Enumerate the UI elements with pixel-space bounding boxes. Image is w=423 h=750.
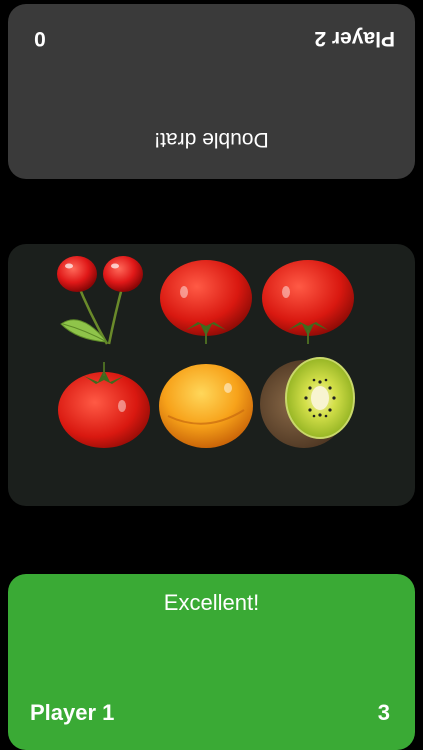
player2-message: Double drat! bbox=[154, 128, 269, 151]
tomato-card[interactable] bbox=[54, 354, 154, 454]
kiwi-icon bbox=[260, 357, 355, 448]
cherries-card[interactable] bbox=[55, 252, 155, 352]
cherries-icon bbox=[57, 256, 143, 345]
tomato-icon bbox=[262, 260, 354, 344]
game-board bbox=[8, 244, 415, 506]
apricot-card[interactable] bbox=[156, 354, 256, 454]
tomato-card[interactable] bbox=[156, 252, 256, 352]
player1-name: Player 1 bbox=[30, 700, 115, 725]
player2-panel: Double drat! Player 2 0 bbox=[8, 4, 415, 179]
tomato-card[interactable] bbox=[258, 252, 358, 352]
tomato-icon bbox=[58, 362, 150, 448]
kiwi-card[interactable] bbox=[258, 352, 358, 452]
player2-score: 0 bbox=[34, 27, 46, 50]
apricot-icon bbox=[159, 364, 253, 448]
player1-score: 3 bbox=[377, 700, 390, 725]
tomato-icon bbox=[160, 260, 252, 344]
player2-name: Player 2 bbox=[314, 27, 395, 50]
player1-message: Excellent! bbox=[163, 590, 260, 615]
player1-panel: Excellent! Player 1 3 bbox=[8, 574, 415, 750]
